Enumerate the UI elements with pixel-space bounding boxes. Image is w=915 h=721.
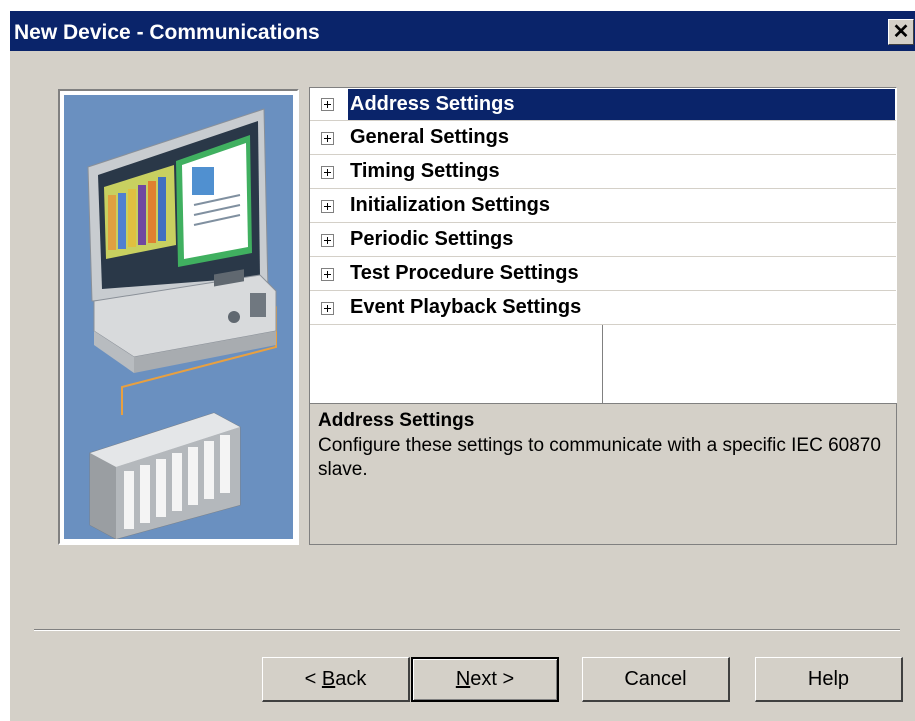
- column-divider[interactable]: [602, 325, 603, 403]
- cancel-button-label: Cancel: [624, 667, 687, 690]
- tree-item-label: General Settings: [350, 126, 509, 148]
- help-button-label: Help: [807, 667, 850, 690]
- tree-item-label: Address Settings: [348, 89, 895, 120]
- tree-item-label: Periodic Settings: [350, 228, 514, 250]
- next-button-label: Next >: [455, 668, 515, 690]
- footer-separator: [34, 629, 900, 631]
- description-title: Address Settings: [318, 410, 475, 431]
- cancel-button[interactable]: Cancel: [582, 657, 730, 702]
- close-button[interactable]: ✕: [888, 19, 914, 45]
- window-title: New Device - Communications: [14, 21, 320, 44]
- description-panel: Address Settings Configure these setting…: [309, 403, 897, 545]
- title-bar[interactable]: New Device - Communications ✕: [10, 11, 915, 51]
- next-button[interactable]: Next >: [411, 657, 559, 702]
- tree-item-timing-settings[interactable]: Timing Settings: [310, 156, 896, 189]
- tree-item-general-settings[interactable]: General Settings: [310, 122, 896, 155]
- close-icon: ✕: [892, 21, 910, 43]
- description-body: Configure these settings to communicate …: [318, 435, 881, 480]
- plus-box-icon[interactable]: [321, 166, 334, 179]
- plus-box-icon[interactable]: [321, 234, 334, 247]
- tree-item-label: Test Procedure Settings: [350, 262, 579, 284]
- tree-item-initialization-settings[interactable]: Initialization Settings: [310, 190, 896, 223]
- tree-item-label: Timing Settings: [350, 160, 500, 182]
- dialog-window: New Device - Communications ✕ Address Se…: [9, 10, 915, 721]
- plus-box-icon[interactable]: [321, 268, 334, 281]
- tree-item-address-settings[interactable]: Address Settings: [310, 88, 896, 121]
- tree-item-event-playback-settings[interactable]: Event Playback Settings: [310, 292, 896, 325]
- tree-item-test-procedure-settings[interactable]: Test Procedure Settings: [310, 258, 896, 291]
- wizard-illustration: [58, 89, 299, 545]
- back-button[interactable]: < Back: [262, 657, 410, 702]
- plus-box-icon[interactable]: [321, 200, 334, 213]
- tree-item-periodic-settings[interactable]: Periodic Settings: [310, 224, 896, 257]
- plus-box-icon[interactable]: [321, 302, 334, 315]
- computer-plc-network-illustration-icon: [64, 95, 293, 539]
- settings-tree[interactable]: Address Settings General Settings Timing…: [309, 87, 897, 404]
- plus-box-icon[interactable]: [321, 98, 334, 111]
- tree-item-label: Event Playback Settings: [350, 296, 582, 318]
- plus-box-icon[interactable]: [321, 132, 334, 145]
- help-button[interactable]: Help: [755, 657, 903, 702]
- tree-item-label: Initialization Settings: [350, 194, 551, 216]
- back-button-label: < Back: [304, 667, 367, 690]
